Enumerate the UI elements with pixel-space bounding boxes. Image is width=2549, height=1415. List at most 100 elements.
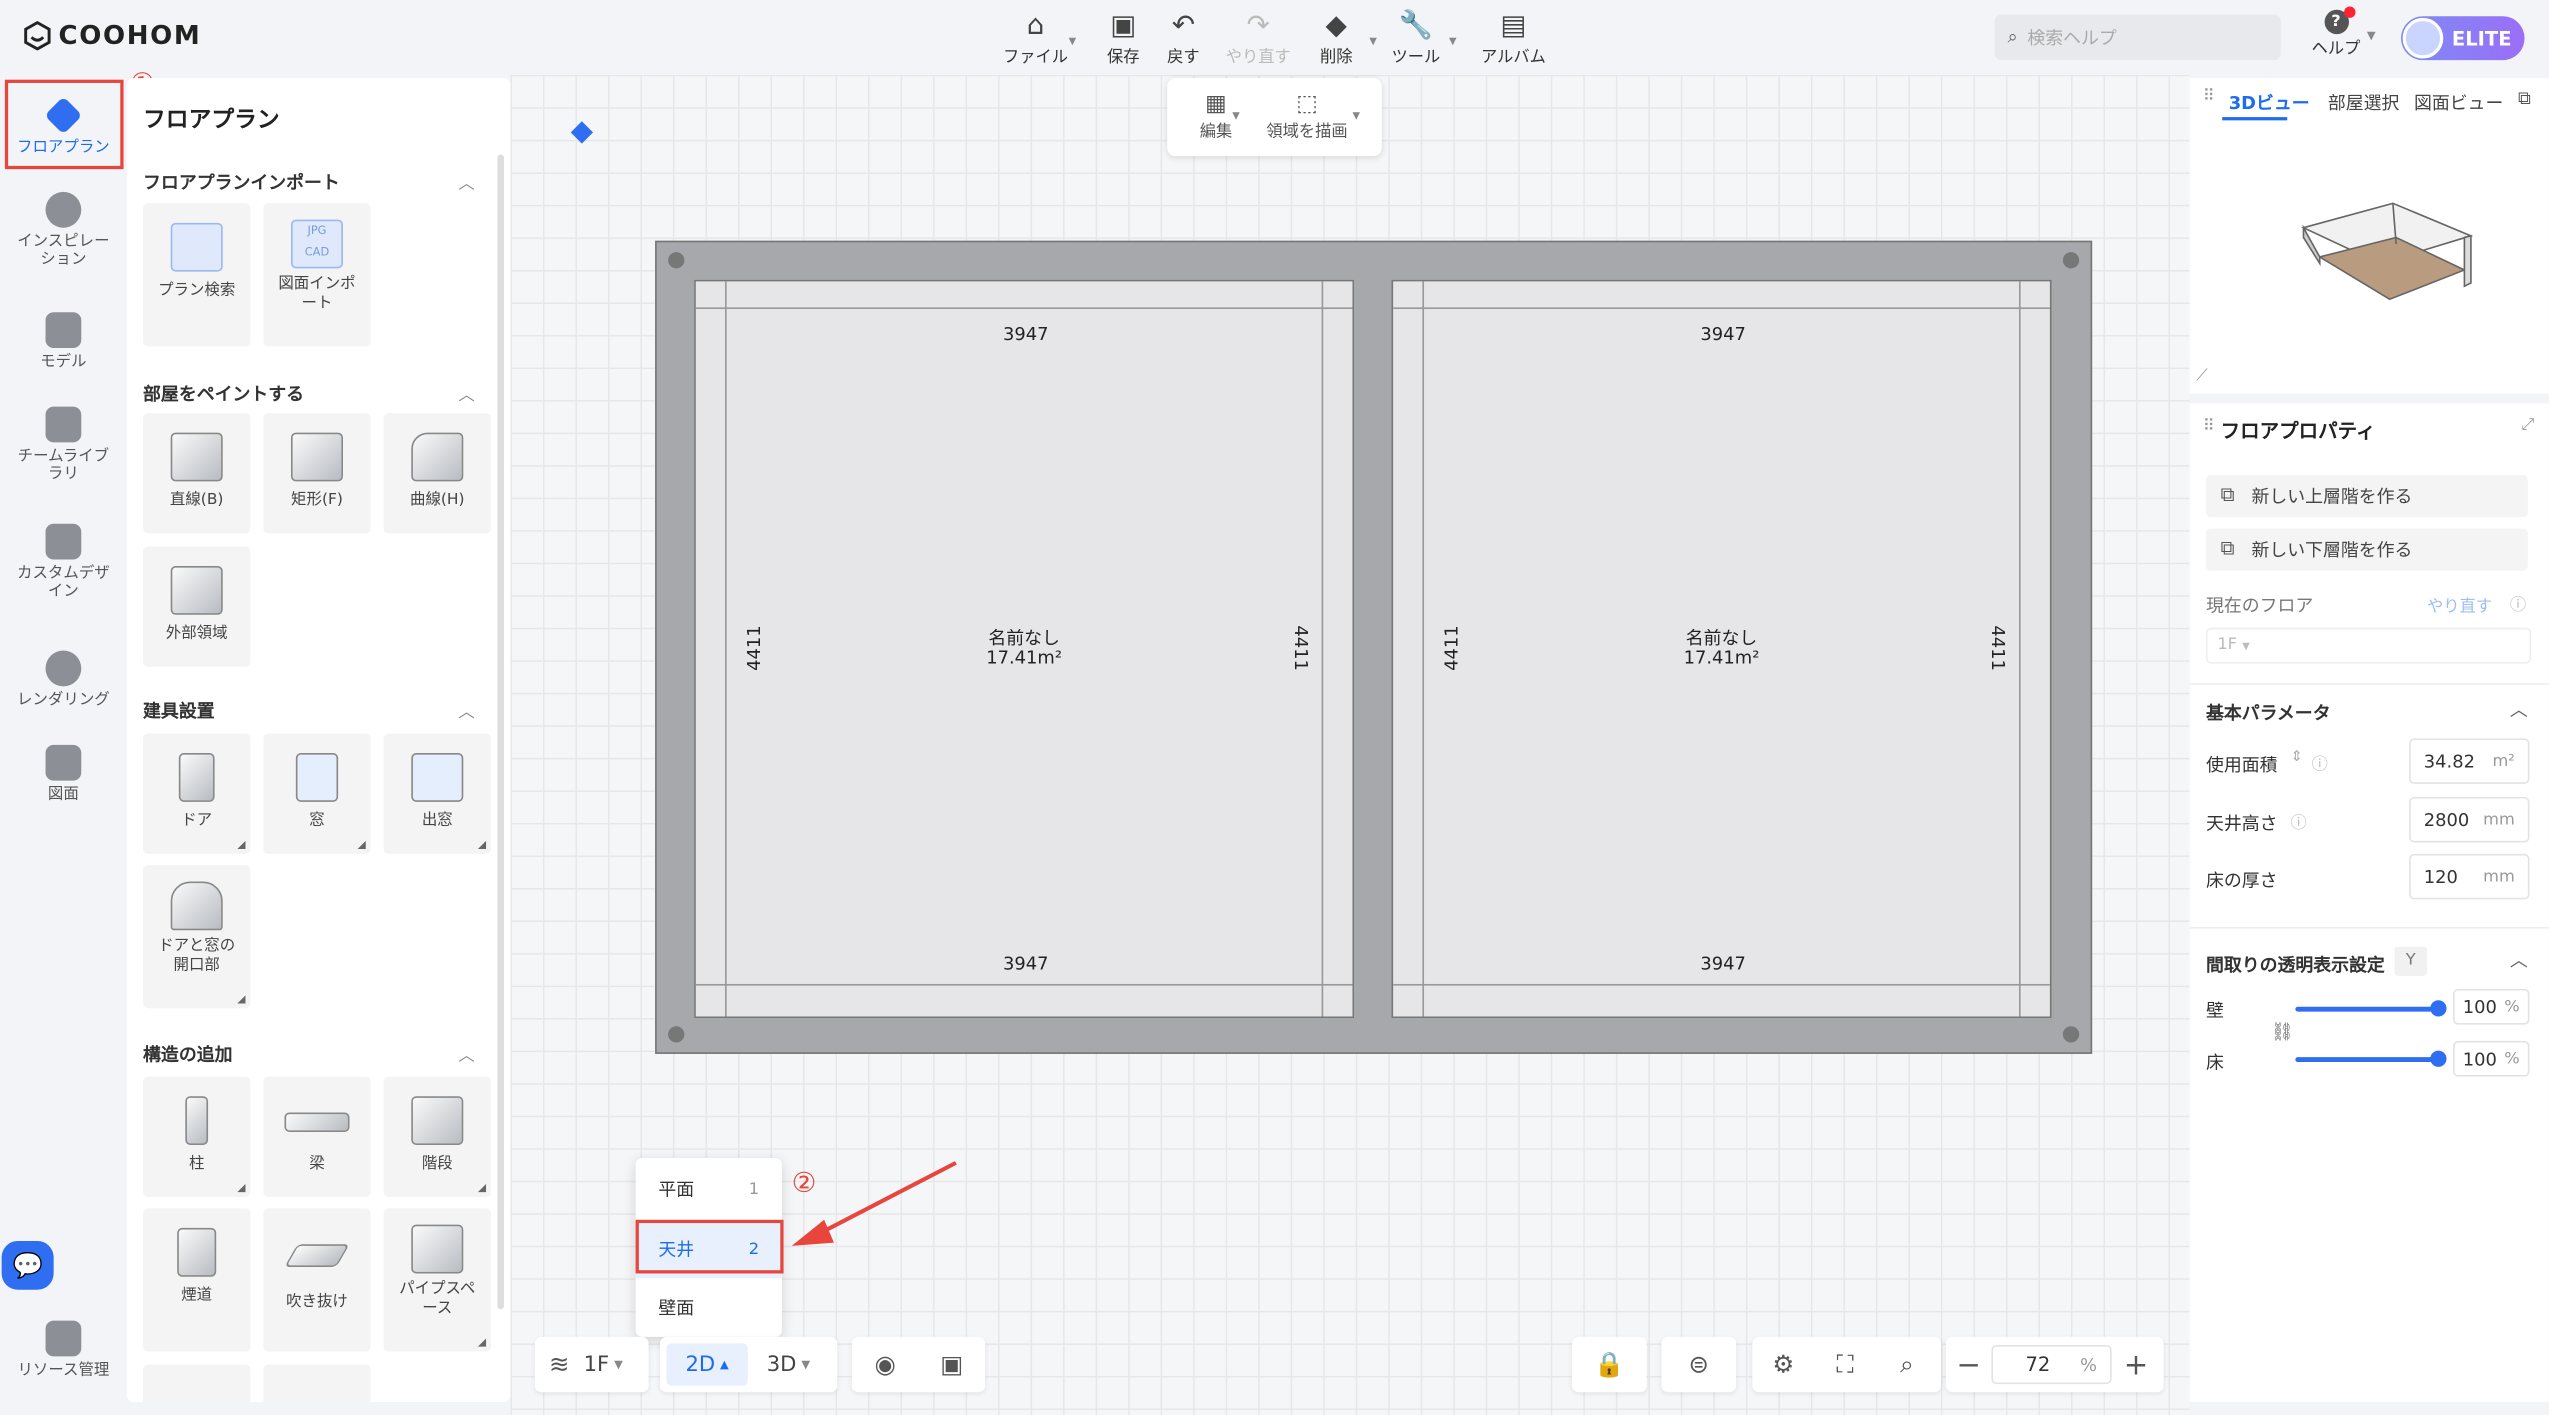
floor-plan[interactable]: 3947 3947 4411 4411 名前なし 17.41m² 3947 394… (655, 240, 2093, 1054)
column-card[interactable]: 柱 (143, 1076, 251, 1198)
resize-handle-icon[interactable]: ⟋ (2196, 368, 2207, 386)
slider-knob[interactable] (2430, 1050, 2447, 1067)
undo-button[interactable]: ↶ 戻す (1146, 10, 1221, 67)
tab-drawing-view[interactable]: 図面ビュー (2414, 89, 2503, 115)
redo-link[interactable]: やり直す (2427, 592, 2492, 617)
draw-area-button[interactable]: ⬚ 領域を描画 (1258, 91, 1356, 141)
usable-area-field[interactable]: 34.82 m² (2409, 738, 2530, 784)
stairs-card[interactable]: 階段 (383, 1076, 491, 1198)
floor-selector[interactable]: ≋ 1F ▼ (534, 1336, 649, 1393)
rail-item-model[interactable]: モデル (0, 312, 127, 371)
current-floor-select[interactable]: 1F ▼ (2205, 627, 2532, 664)
rail-item-drawing[interactable]: 図面 (0, 744, 127, 803)
3d-preview-model[interactable] (2295, 195, 2482, 325)
drag-handle-icon[interactable]: ⠿ (2203, 88, 2215, 106)
plan-search-card[interactable]: プラン検索 (143, 203, 251, 347)
bay-window-card[interactable]: 出窓 (383, 733, 491, 854)
chevron-down-icon: ▼ (2242, 640, 2250, 653)
floor-opacity-slider[interactable] (2295, 1050, 2447, 1067)
tools-button[interactable]: 🔧 ツール ▼ (1379, 10, 1457, 67)
slider-knob[interactable] (2430, 1000, 2447, 1017)
chevron-up-icon[interactable]: ︿ (458, 169, 474, 194)
floor-opacity-input[interactable]: 100% (2453, 1040, 2530, 1077)
drag-handle-icon[interactable]: ⠿ (2203, 418, 2215, 436)
card-label: 出窓 (421, 811, 453, 830)
eye-icon[interactable]: ◉ (852, 1350, 919, 1379)
album-button[interactable]: ▤ アルバム (1476, 10, 1551, 67)
chevron-down-icon[interactable]: ▼ (2367, 29, 2376, 42)
menu-item-plan[interactable]: 平面 1 (636, 1160, 782, 1219)
delete-button[interactable]: ◆ 削除 ▼ (1299, 10, 1377, 67)
chat-icon[interactable]: 💬 (1, 1240, 54, 1290)
wall-opacity-input[interactable]: 100% (2453, 988, 2530, 1025)
account-badge[interactable]: ELITE (2401, 16, 2525, 61)
chevron-up-icon[interactable]: ︿ (458, 381, 474, 405)
param-value: 120 (2423, 866, 2458, 888)
rail-item-custom-design[interactable]: カスタムデザイン (0, 523, 127, 600)
fit-view-icon[interactable]: ⛶ (1814, 1350, 1876, 1379)
zoom-area-icon[interactable]: ⌕ (1876, 1350, 1938, 1379)
tab-room-select[interactable]: 部屋選択 (2328, 89, 2400, 115)
new-upper-floor-button[interactable]: ⧉ 新しい上層階を作る (2205, 474, 2528, 518)
help-button[interactable]: ? ヘルプ (2308, 6, 2363, 59)
lock-button[interactable]: 🔒 (1571, 1336, 1647, 1393)
room-left[interactable]: 3947 3947 4411 4411 名前なし 17.41m² (694, 279, 1355, 1019)
file-button[interactable]: ⌂ ファイル ▼ (998, 10, 1076, 67)
search-input[interactable]: ⌕ 検索ヘルプ (1994, 14, 2281, 61)
section-title: 構造の追加 (143, 1044, 233, 1066)
flue-card[interactable]: 煙道 (143, 1208, 251, 1352)
mode-2d-button[interactable]: 2D ▲ (666, 1343, 748, 1386)
rail-item-resource[interactable]: リソース管理 (0, 1320, 127, 1380)
view-settings-icon[interactable]: ⚙ (1752, 1350, 1814, 1379)
toggle-settings-button[interactable]: ⊜ (1661, 1336, 1737, 1393)
ceiling-height-field[interactable]: 2800 mm (2409, 796, 2530, 843)
app-logo[interactable]: COOHOM (23, 20, 202, 50)
redo-button[interactable]: ↷ やり直す (1221, 10, 1296, 67)
panel-scrollbar[interactable] (497, 154, 504, 1310)
more-card[interactable] (143, 1364, 251, 1402)
slider-label: 壁 (2205, 1000, 2224, 1022)
room-right[interactable]: 3947 3947 4411 4411 名前なし 17.41m² (1391, 279, 2052, 1019)
bay-window-icon (411, 753, 464, 802)
paint-rect-card[interactable]: 矩形(F) (263, 413, 371, 534)
window-card[interactable]: 窓 (263, 733, 371, 854)
sort-icon[interactable]: ⇕ (2290, 750, 2302, 766)
opening-card[interactable]: ドアと窓の開口部 (143, 865, 251, 1009)
chevron-up-icon[interactable]: ︿ (458, 1041, 474, 1065)
wall-opacity-slider[interactable] (2295, 1000, 2447, 1017)
beam-card[interactable]: 梁 (263, 1076, 371, 1198)
chevron-up-icon[interactable]: ︿ (458, 698, 474, 722)
top-bar: COOHOM ⌂ ファイル ▼ ▣ 保存 ↶ 戻す ↷ やり直す ◆ 削除 ▼ 🔧 ツール ▼ ▤… (0, 0, 2549, 75)
floor-thickness-field[interactable]: 120 mm (2409, 853, 2530, 900)
rail-item-team-library[interactable]: チームライブラリ (0, 406, 127, 483)
drawing-import-card[interactable]: JPG CAD 図面インポート (263, 203, 371, 347)
new-lower-floor-button[interactable]: ⧉ 新しい下層階を作る (2205, 528, 2528, 571)
chevron-down-icon: ▼ (614, 1358, 623, 1372)
mode-3d-button[interactable]: 3D ▼ (748, 1352, 829, 1376)
paint-line-card[interactable]: 直線(B) (143, 413, 251, 534)
paint-curve-card[interactable]: 曲線(H) (383, 413, 491, 534)
chevron-up-icon[interactable]: ︿ (2510, 696, 2528, 722)
zoom-input[interactable]: 72% (1991, 1345, 2112, 1385)
rail-label: インスピレーション (17, 232, 110, 269)
link-icon[interactable]: ⛓ (2271, 1021, 2294, 1042)
void-card[interactable]: 吹き抜け (263, 1208, 371, 1352)
rail-item-rendering[interactable]: レンダリング (0, 650, 127, 710)
zoom-unit: % (2080, 1353, 2098, 1376)
tab-3d-view[interactable]: 3Dビュー (2229, 89, 2310, 115)
chevron-up-icon[interactable]: ︿ (2510, 947, 2528, 973)
menu-item-wall[interactable]: 壁面 (636, 1278, 782, 1337)
compass-icon: ◆ (570, 113, 594, 149)
more-card[interactable] (263, 1364, 371, 1402)
rail-item-inspiration[interactable]: インスピレーション (0, 191, 127, 269)
door-card[interactable]: ドア (143, 733, 251, 854)
expand-icon[interactable]: ⤢ (2521, 416, 2534, 434)
popout-icon[interactable]: ⧉ (2518, 88, 2531, 111)
lock-icon: 🔒 (1594, 1349, 1625, 1380)
outdoor-area-card[interactable]: 外部領域 (143, 546, 251, 667)
zoom-in-icon[interactable]: + (2112, 1347, 2161, 1381)
zoom-out-icon[interactable]: − (1946, 1347, 1992, 1381)
logo-icon (24, 20, 51, 50)
pipe-space-card[interactable]: パイプスペース (383, 1208, 491, 1352)
cube-view-icon[interactable]: ▣ (918, 1350, 985, 1379)
